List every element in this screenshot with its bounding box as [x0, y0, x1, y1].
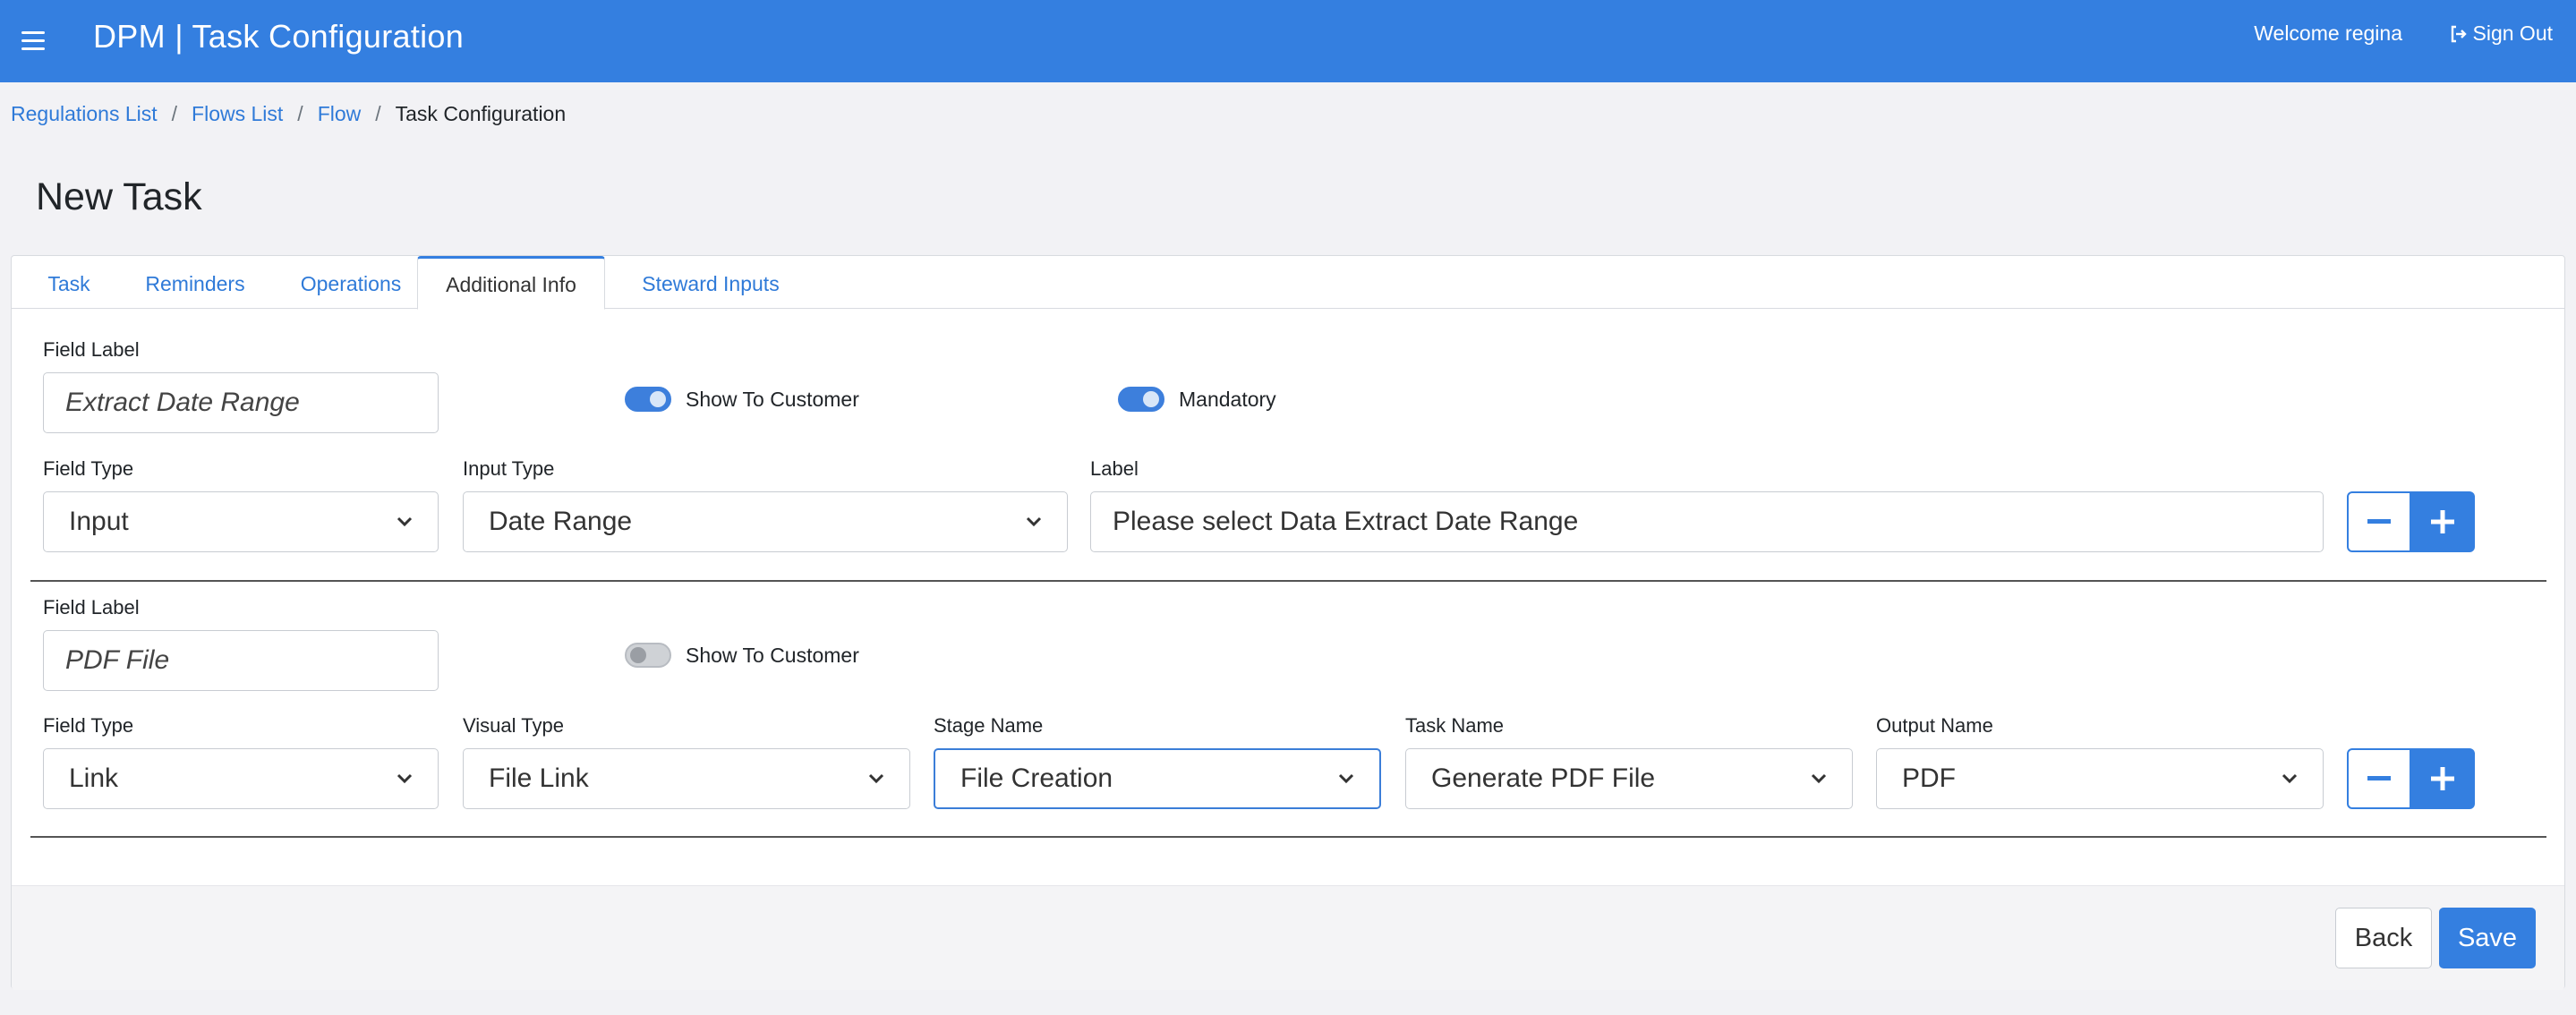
app-title: DPM | Task Configuration	[93, 18, 465, 55]
chevron-down-icon	[397, 773, 413, 784]
input-type-select[interactable]: Date Range	[463, 491, 1068, 552]
show-to-customer-toggle[interactable]	[625, 387, 671, 412]
field-divider	[30, 580, 2546, 582]
output-name-value: PDF	[1902, 763, 1956, 793]
welcome-text: Welcome regina	[2254, 21, 2402, 45]
chevron-down-icon	[1811, 773, 1827, 784]
tab-additional-info[interactable]: Additional Info	[417, 256, 605, 310]
label-caption: Label	[1090, 457, 1139, 480]
add-field-button[interactable]	[2410, 491, 2475, 552]
minus-icon	[2367, 776, 2391, 780]
field-type-select[interactable]: Input	[43, 491, 439, 552]
field-type-select[interactable]: Link	[43, 748, 439, 809]
breadcrumb: Regulations List / Flows List / Flow / T…	[11, 102, 566, 126]
breadcrumb-flows-list[interactable]: Flows List	[192, 102, 283, 126]
card-footer: Back Save	[12, 885, 2564, 990]
breadcrumb-separator: /	[375, 102, 381, 125]
input-type-caption: Input Type	[463, 457, 555, 480]
visual-type-caption: Visual Type	[463, 714, 564, 737]
chevron-down-icon	[397, 516, 413, 527]
tab-steward-inputs[interactable]: Steward Inputs	[624, 256, 798, 309]
task-name-value: Generate PDF File	[1431, 763, 1656, 793]
sign-out-link[interactable]: Sign Out	[2448, 21, 2554, 46]
tab-bar: Task Reminders Operations Additional Inf…	[12, 256, 2564, 310]
breadcrumb-flow[interactable]: Flow	[318, 102, 362, 126]
chevron-down-icon	[1338, 773, 1354, 784]
task-config-card: Task Reminders Operations Additional Inf…	[11, 255, 2565, 990]
field-label-input[interactable]: PDF File	[43, 630, 439, 691]
stage-name-value: File Creation	[960, 763, 1113, 793]
breadcrumb-current: Task Configuration	[395, 102, 567, 125]
task-name-select[interactable]: Generate PDF File	[1405, 748, 1853, 809]
chevron-down-icon	[1026, 516, 1042, 527]
mandatory-toggle-group: Mandatory	[1118, 387, 1276, 412]
sign-out-icon	[2451, 25, 2467, 42]
plus-icon	[2431, 767, 2454, 790]
back-button[interactable]: Back	[2335, 908, 2432, 968]
visual-type-select[interactable]: File Link	[463, 748, 910, 809]
plus-icon	[2431, 510, 2454, 533]
field-divider	[30, 836, 2546, 838]
show-to-customer-label: Show To Customer	[686, 643, 859, 667]
tab-task[interactable]: Task	[37, 256, 101, 309]
field-type-caption: Field Type	[43, 714, 134, 737]
field-type-caption: Field Type	[43, 457, 134, 480]
field-label-caption: Field Label	[43, 596, 140, 618]
save-button[interactable]: Save	[2439, 908, 2536, 968]
mandatory-label: Mandatory	[1179, 387, 1276, 411]
page-title: New Task	[36, 175, 202, 218]
remove-field-button[interactable]	[2347, 491, 2411, 552]
breadcrumb-separator: /	[171, 102, 178, 125]
label-input[interactable]: Please select Data Extract Date Range	[1090, 491, 2324, 552]
remove-field-button[interactable]	[2347, 748, 2411, 809]
field-type-value: Input	[69, 507, 129, 536]
chevron-down-icon	[2282, 773, 2298, 784]
input-type-value: Date Range	[489, 507, 633, 536]
chevron-down-icon	[868, 773, 884, 784]
show-to-customer-label: Show To Customer	[686, 387, 859, 411]
sign-out-label: Sign Out	[2472, 21, 2554, 45]
show-to-customer-toggle[interactable]	[625, 643, 671, 668]
minus-icon	[2367, 519, 2391, 524]
hamburger-menu-icon[interactable]	[21, 25, 45, 55]
add-field-button[interactable]	[2410, 748, 2475, 809]
task-name-caption: Task Name	[1405, 714, 1505, 737]
show-to-customer-toggle-group: Show To Customer	[625, 387, 859, 412]
output-name-caption: Output Name	[1876, 714, 1993, 737]
visual-type-value: File Link	[489, 763, 589, 793]
stage-name-select[interactable]: File Creation	[934, 748, 1381, 809]
stage-name-caption: Stage Name	[934, 714, 1044, 737]
mandatory-toggle[interactable]	[1118, 387, 1164, 412]
breadcrumb-separator: /	[297, 102, 303, 125]
tab-reminders[interactable]: Reminders	[133, 256, 257, 309]
field-label-input[interactable]: Extract Date Range	[43, 372, 439, 433]
field-type-value: Link	[69, 763, 119, 793]
field-label-caption: Field Label	[43, 338, 140, 361]
show-to-customer-toggle-group: Show To Customer	[625, 643, 859, 668]
output-name-select[interactable]: PDF	[1876, 748, 2324, 809]
breadcrumb-regulations-list[interactable]: Regulations List	[11, 102, 158, 126]
tab-operations[interactable]: Operations	[286, 256, 416, 309]
top-navbar: DPM | Task Configuration Welcome regina …	[0, 0, 2576, 82]
